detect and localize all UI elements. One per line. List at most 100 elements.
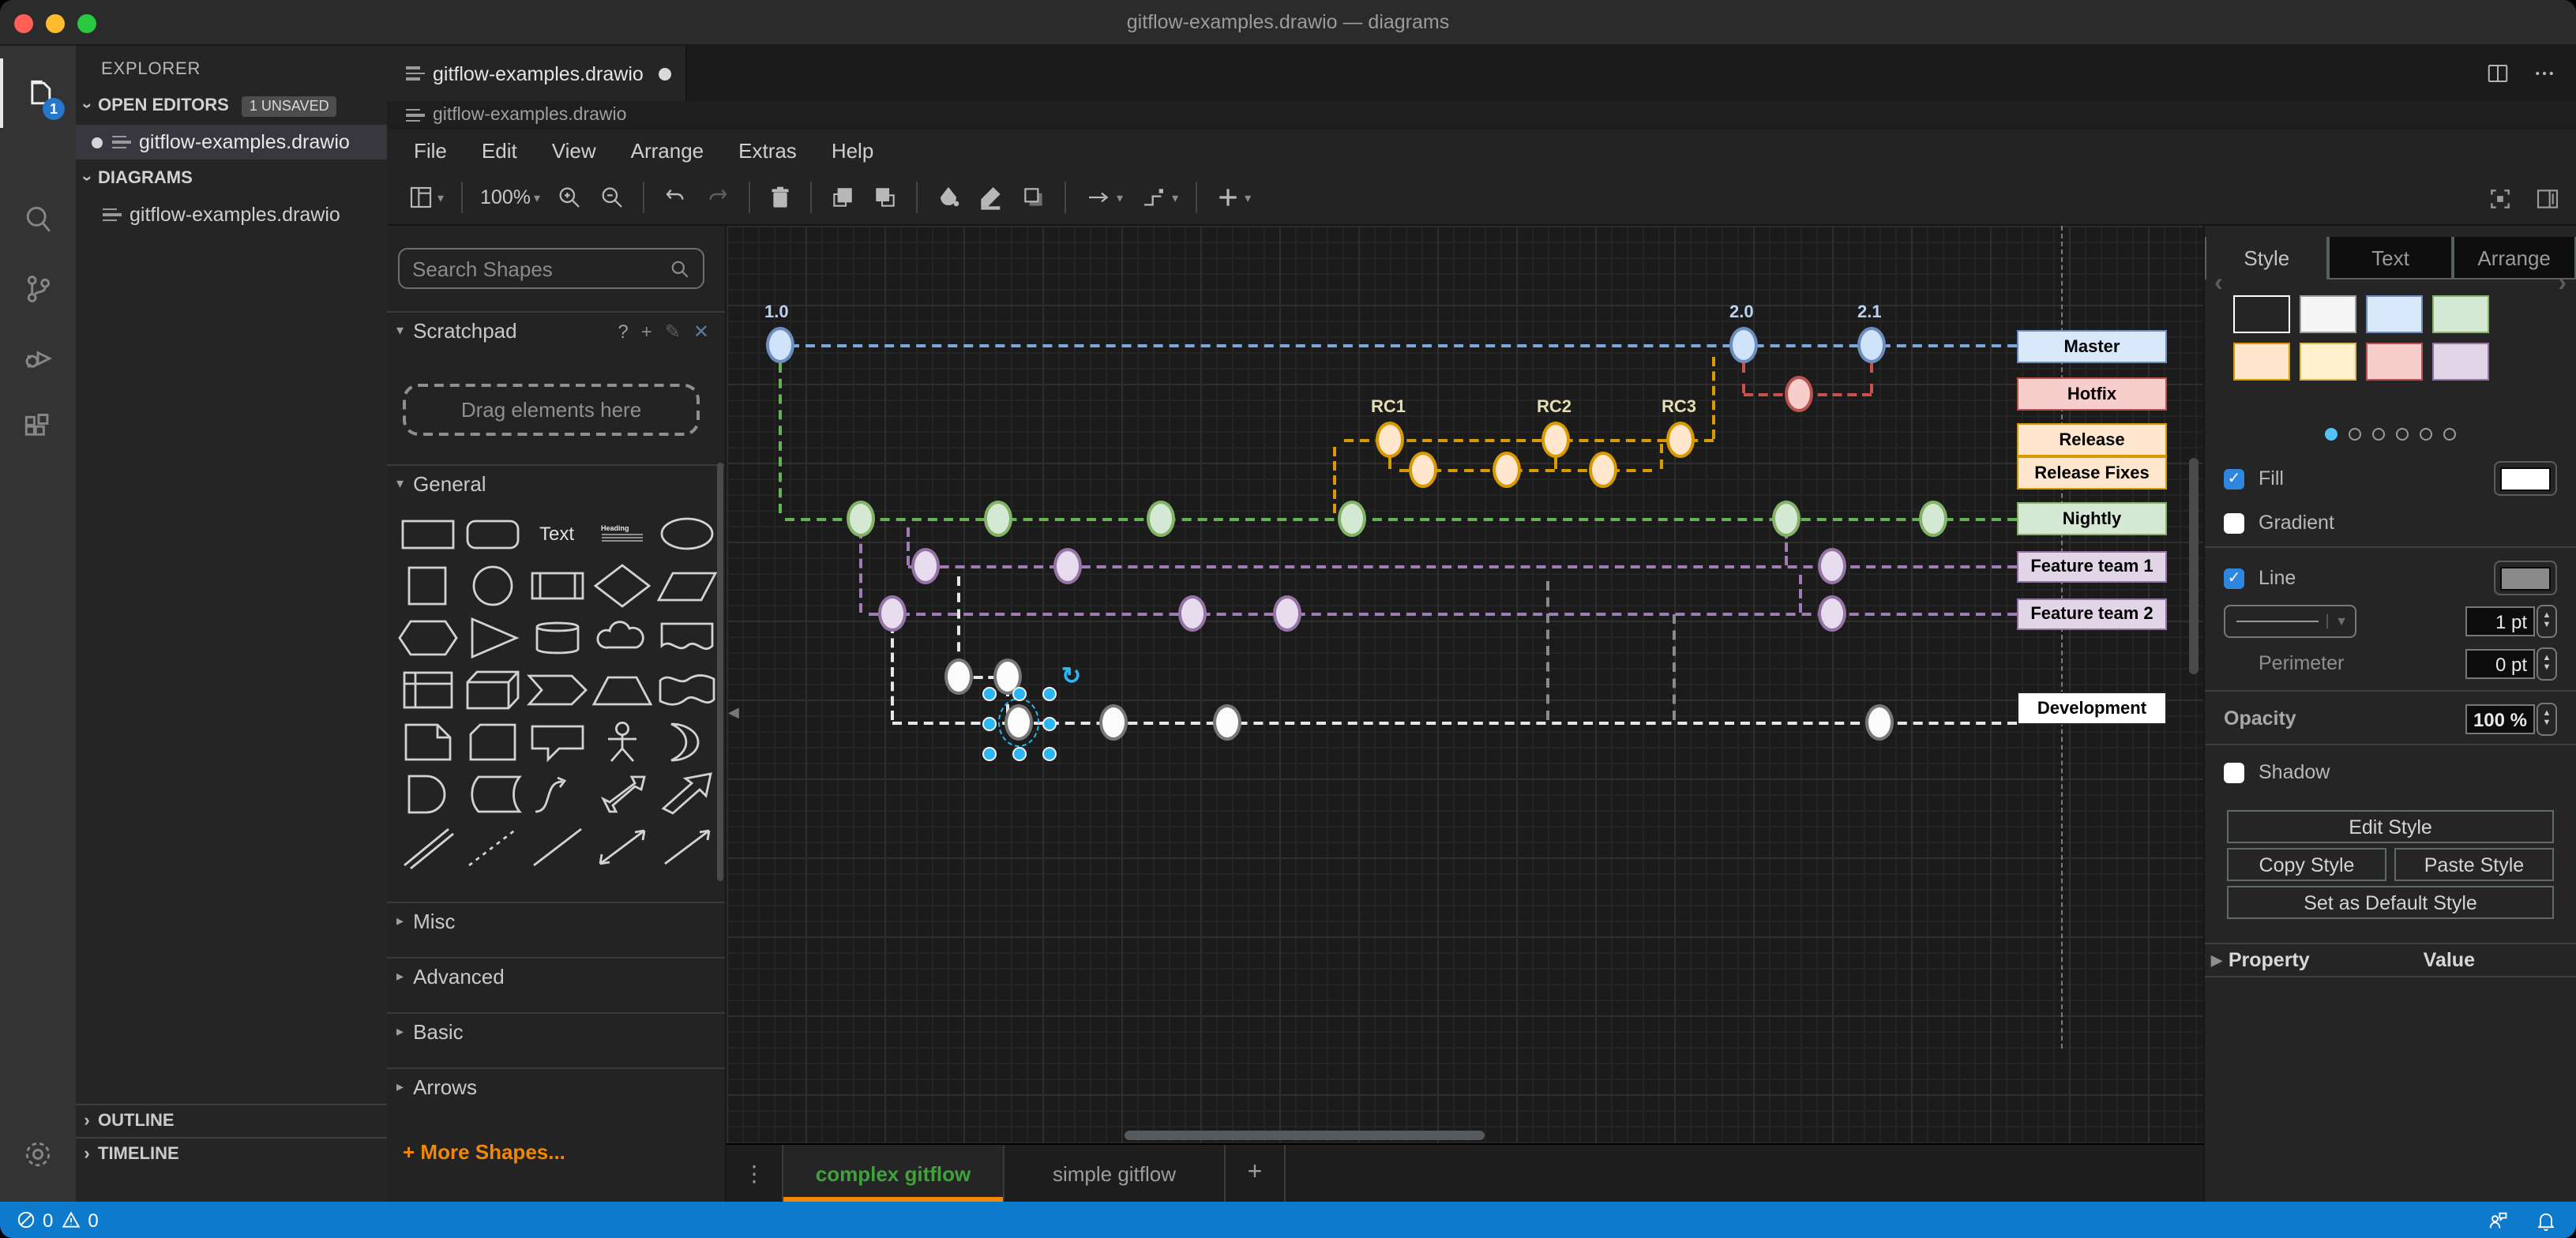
commit-node-dev-selected[interactable] xyxy=(1004,704,1033,741)
style-preset-4[interactable] xyxy=(2432,295,2489,333)
step-down-icon[interactable]: ▼ xyxy=(2543,621,2552,630)
scratchpad-edit-icon[interactable]: ✎ xyxy=(665,320,681,342)
presets-next-icon[interactable]: › xyxy=(2558,270,2567,298)
pages-menu-icon[interactable]: ⋮ xyxy=(727,1145,783,1202)
commit-node-release[interactable] xyxy=(1376,422,1404,458)
shape-or[interactable] xyxy=(654,715,719,767)
commit-node-nightly[interactable] xyxy=(984,501,1012,537)
shape-internal-storage[interactable] xyxy=(395,663,460,715)
extensions-activity-icon[interactable] xyxy=(0,393,76,463)
merge-line-hotfix[interactable] xyxy=(1742,363,1745,393)
shape-bidirectional-connector[interactable] xyxy=(589,820,654,872)
selection-handle[interactable] xyxy=(982,716,996,730)
style-preset-6[interactable] xyxy=(2300,343,2356,381)
commit-node-nightly[interactable] xyxy=(847,501,875,537)
copy-style-button[interactable]: Copy Style xyxy=(2227,848,2386,881)
palette-section-basic[interactable]: ▸Basic xyxy=(387,1012,725,1050)
source-control-activity-icon[interactable] xyxy=(0,254,76,324)
add-page-button[interactable]: + xyxy=(1226,1145,1286,1202)
line-color-swatch[interactable] xyxy=(2494,561,2557,595)
commit-node-nightly[interactable] xyxy=(1919,501,1947,537)
merge-line-nightly[interactable] xyxy=(779,363,782,513)
shape-heading-textbox[interactable]: Heading xyxy=(589,507,654,559)
rotate-handle-icon[interactable]: ↻ xyxy=(1061,662,1081,690)
branch-label-development[interactable]: Development xyxy=(2017,692,2167,725)
commit-node-nightly[interactable] xyxy=(1147,501,1175,537)
commit-node-dev[interactable] xyxy=(1213,704,1241,741)
shape-cube[interactable] xyxy=(460,663,524,715)
commit-node-feature[interactable] xyxy=(1053,548,1082,584)
commit-node-dev[interactable] xyxy=(1099,704,1128,741)
shape-double-line[interactable] xyxy=(395,820,460,872)
run-debug-activity-icon[interactable] xyxy=(0,324,76,393)
shape-parallelogram[interactable] xyxy=(654,559,719,611)
gradient-checkbox[interactable] xyxy=(2224,512,2244,533)
perimeter-stepper[interactable]: 0 pt ▲▼ xyxy=(2465,647,2557,680)
style-preset-7[interactable] xyxy=(2366,343,2423,381)
shape-note[interactable] xyxy=(395,715,460,767)
menu-item-extras[interactable]: Extras xyxy=(721,138,814,162)
delete-button[interactable] xyxy=(760,178,801,216)
shape-document[interactable] xyxy=(654,611,719,663)
step-up-icon[interactable]: ▲ xyxy=(2543,611,2552,621)
fill-color-button[interactable] xyxy=(927,178,970,216)
shape-cloud[interactable] xyxy=(589,611,654,663)
general-section-header[interactable]: ▾ General xyxy=(387,464,725,502)
paste-style-button[interactable]: Paste Style xyxy=(2394,848,2554,881)
commit-node-release[interactable] xyxy=(1541,422,1570,458)
step-down-icon[interactable]: ▼ xyxy=(2543,718,2552,728)
format-tab-style[interactable]: Style xyxy=(2205,237,2329,279)
shape-directional-connector[interactable] xyxy=(654,820,719,872)
merge-line-feature[interactable] xyxy=(859,529,862,613)
selection-handle[interactable] xyxy=(1012,746,1026,760)
waypoint-style-button[interactable]: ▾ xyxy=(1131,178,1186,216)
commit-node-dev[interactable] xyxy=(944,658,973,695)
fill-color-swatch[interactable] xyxy=(2494,461,2557,496)
editor-tab[interactable]: gitflow-examples.drawio xyxy=(387,46,687,101)
commit-node-feature[interactable] xyxy=(911,548,940,584)
scratchpad-help-icon[interactable]: ? xyxy=(618,320,628,342)
shape-triangle[interactable] xyxy=(460,611,524,663)
to-back-button[interactable] xyxy=(864,178,907,216)
branch-line-master[interactable] xyxy=(790,344,2017,347)
style-preset-1[interactable] xyxy=(2233,295,2290,333)
redo-button[interactable] xyxy=(697,178,739,216)
commit-node-master[interactable] xyxy=(766,327,794,363)
palette-collapse-handle[interactable]: ◀ xyxy=(728,704,739,722)
step-up-icon[interactable]: ▲ xyxy=(2543,654,2552,663)
merge-line-devgray[interactable] xyxy=(1546,581,1549,720)
selection-handle[interactable] xyxy=(1012,686,1026,700)
shape-rounded-rectangle[interactable] xyxy=(460,507,524,559)
commit-node-feature[interactable] xyxy=(1178,595,1207,632)
merge-line-devgray[interactable] xyxy=(1673,614,1676,720)
preset-page-dot-4[interactable] xyxy=(2396,428,2409,441)
style-preset-2[interactable] xyxy=(2300,295,2356,333)
step-down-icon[interactable]: ▼ xyxy=(2543,663,2552,673)
commit-node-hotfix[interactable] xyxy=(1785,376,1813,412)
commit-node-feature[interactable] xyxy=(1818,595,1846,632)
commit-node-feature[interactable] xyxy=(1818,548,1846,584)
explorer-activity-icon[interactable]: 1 xyxy=(0,58,76,128)
selection-handle[interactable] xyxy=(982,686,996,700)
menu-item-edit[interactable]: Edit xyxy=(464,138,535,162)
style-preset-3[interactable] xyxy=(2366,295,2423,333)
feedback-icon[interactable] xyxy=(2486,1209,2510,1231)
problems-indicator[interactable]: 0 0 xyxy=(16,1209,99,1231)
shape-text[interactable]: Text xyxy=(524,507,589,559)
merge-line-dev[interactable] xyxy=(891,624,894,720)
more-actions-icon[interactable] xyxy=(2532,62,2557,85)
line-color-button[interactable] xyxy=(970,178,1012,216)
branch-label-feature-team-1[interactable]: Feature team 1 xyxy=(2017,551,2167,583)
merge-line-feature[interactable] xyxy=(907,527,910,565)
preset-page-dot-2[interactable] xyxy=(2349,428,2361,441)
shape-ellipse[interactable] xyxy=(654,507,719,559)
selection-handle[interactable] xyxy=(1042,686,1056,700)
fill-checkbox[interactable]: ✓ xyxy=(2224,468,2244,489)
commit-node-nightly[interactable] xyxy=(1772,501,1801,537)
shape-arrow[interactable] xyxy=(654,767,719,820)
opacity-stepper[interactable]: 100 % ▲▼ xyxy=(2465,702,2557,735)
shape-trapezoid[interactable] xyxy=(589,663,654,715)
shape-step[interactable] xyxy=(524,663,589,715)
style-preset-5[interactable] xyxy=(2233,343,2290,381)
branch-label-release[interactable]: Release xyxy=(2017,423,2167,456)
